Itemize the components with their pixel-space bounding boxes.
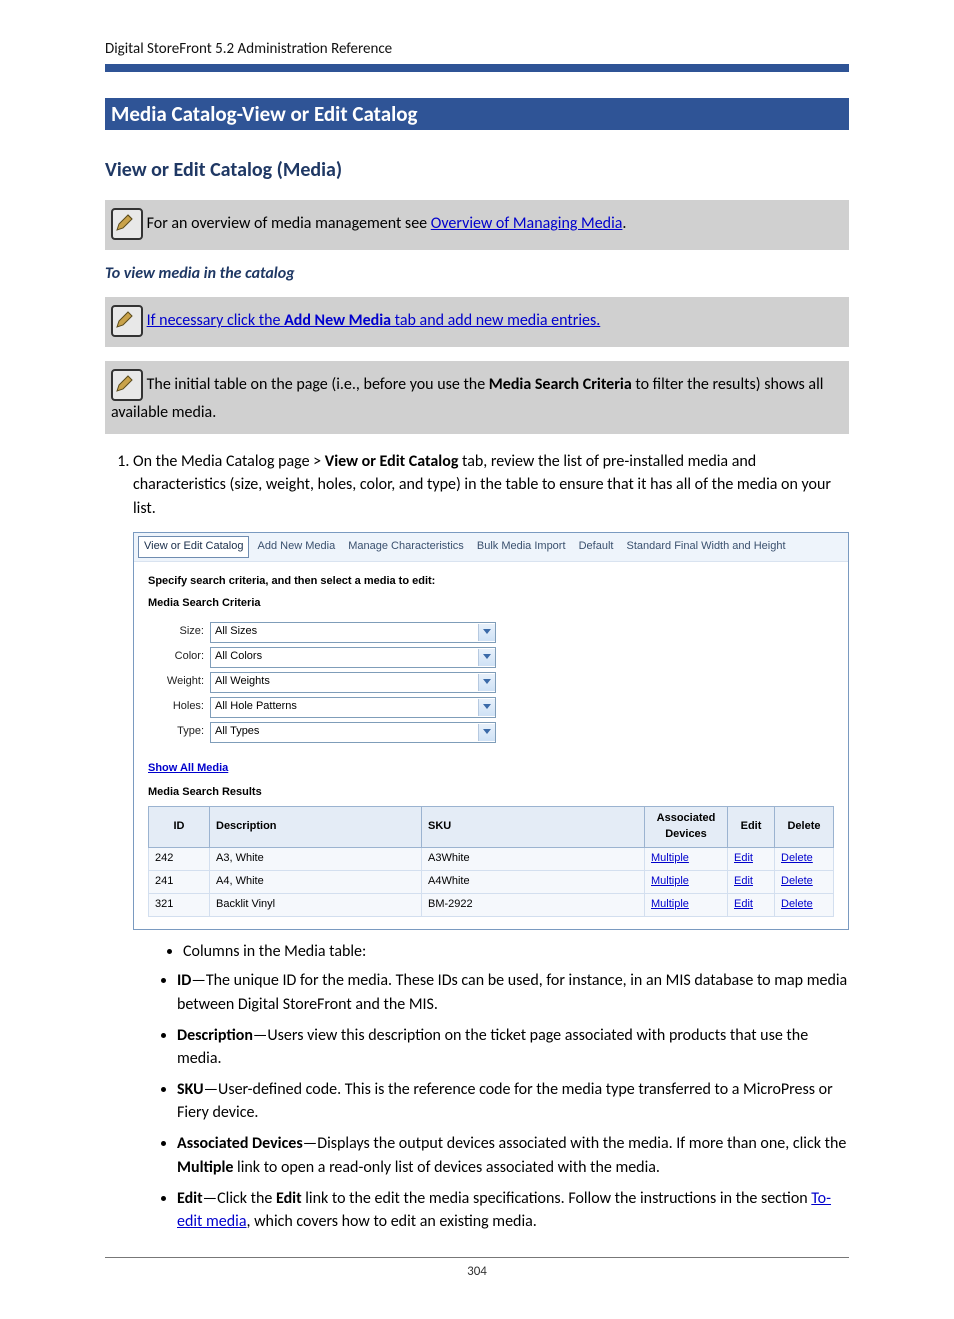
table-row: 241 A4, White A4White Multiple Edit Dele… [149,871,834,894]
media-results-table: ID Description SKU Associated Devices Ed… [148,806,834,917]
link-delete-media[interactable]: Delete [781,875,813,887]
pencil-icon [111,208,143,240]
footer-rule [105,1257,849,1258]
results-title: Media Search Results [148,785,834,801]
chevron-down-icon [478,724,495,741]
tab-add-new-media[interactable]: Add New Media [253,537,341,557]
note-overview: For an overview of media management see … [105,200,849,250]
link-edit-media[interactable]: Edit [734,852,753,864]
col-delete: Delete [775,807,834,848]
note-text: For an overview of media management see [147,214,431,233]
col-def-edit: Edit—Click the Edit link to the edit the… [177,1187,849,1233]
note-initial-table: The initial table on the page (i.e., bef… [105,361,849,434]
tab-strip: View or Edit Catalog Add New Media Manag… [134,533,848,562]
tab-default[interactable]: Default [574,537,619,557]
header-rule [105,64,849,72]
select-type[interactable]: All Types [210,722,496,743]
step-1: On the Media Catalog page > View or Edit… [133,450,849,1233]
label-type: Type: [148,724,204,740]
page-title-bar: Media Catalog-View or Edit Catalog [105,98,849,130]
table-row: 321 Backlit Vinyl BM-2922 Multiple Edit … [149,894,834,917]
col-def-sku: SKU—User-defined code. This is the refer… [177,1078,849,1124]
link-edit-media[interactable]: Edit [734,898,753,910]
chevron-down-icon [478,624,495,641]
select-holes[interactable]: All Hole Patterns [210,697,496,718]
label-color: Color: [148,649,204,665]
page-number: 304 [0,1264,954,1279]
pencil-icon [111,305,143,337]
link-associated-devices[interactable]: Multiple [651,875,689,887]
col-edit: Edit [728,807,775,848]
col-sku: SKU [422,807,645,848]
select-color[interactable]: All Colors [210,647,496,668]
col-def-associated-devices: Associated Devices—Displays the output d… [177,1132,849,1178]
chevron-down-icon [478,649,495,666]
link-show-all-media[interactable]: Show All Media [148,761,228,777]
chevron-down-icon [478,674,495,691]
note-add-new-media: If necessary click the Add New Media tab… [105,297,849,347]
tab-manage-characteristics[interactable]: Manage Characteristics [343,537,469,557]
label-weight: Weight: [148,674,204,690]
table-row: 242 A3, White A3White Multiple Edit Dele… [149,848,834,871]
select-weight[interactable]: All Weights [210,672,496,693]
select-size[interactable]: All Sizes [210,622,496,643]
col-def-id: ID—The unique ID for the media. These ID… [177,969,849,1015]
col-associated-devices: Associated Devices [645,807,728,848]
col-id: ID [149,807,210,848]
tab-view-or-edit-catalog[interactable]: View or Edit Catalog [138,536,249,558]
media-catalog-screenshot: View or Edit Catalog Add New Media Manag… [133,532,849,930]
link-add-new-media-note[interactable]: If necessary click the Add New Media tab… [147,311,601,330]
search-instruction: Specify search criteria, and then select… [148,574,834,590]
col-def-description: Description—Users view this description … [177,1024,849,1070]
criteria-title: Media Search Criteria [148,596,834,612]
label-size: Size: [148,624,204,640]
chevron-down-icon [478,699,495,716]
link-associated-devices[interactable]: Multiple [651,852,689,864]
link-overview-managing-media[interactable]: Overview of Managing Media [431,214,623,233]
doc-header: Digital StoreFront 5.2 Administration Re… [105,40,849,58]
columns-intro: Columns in the Media table: [183,940,849,963]
procedure-heading: To view media in the catalog [105,264,849,283]
col-description: Description [210,807,422,848]
link-delete-media[interactable]: Delete [781,898,813,910]
label-holes: Holes: [148,699,204,715]
pencil-icon [111,369,143,401]
tab-bulk-media-import[interactable]: Bulk Media Import [472,537,571,557]
link-associated-devices[interactable]: Multiple [651,898,689,910]
tab-standard-final-width-height[interactable]: Standard Final Width and Height [622,537,791,557]
section-heading: View or Edit Catalog (Media) [105,158,849,182]
link-edit-media[interactable]: Edit [734,875,753,887]
link-delete-media[interactable]: Delete [781,852,813,864]
